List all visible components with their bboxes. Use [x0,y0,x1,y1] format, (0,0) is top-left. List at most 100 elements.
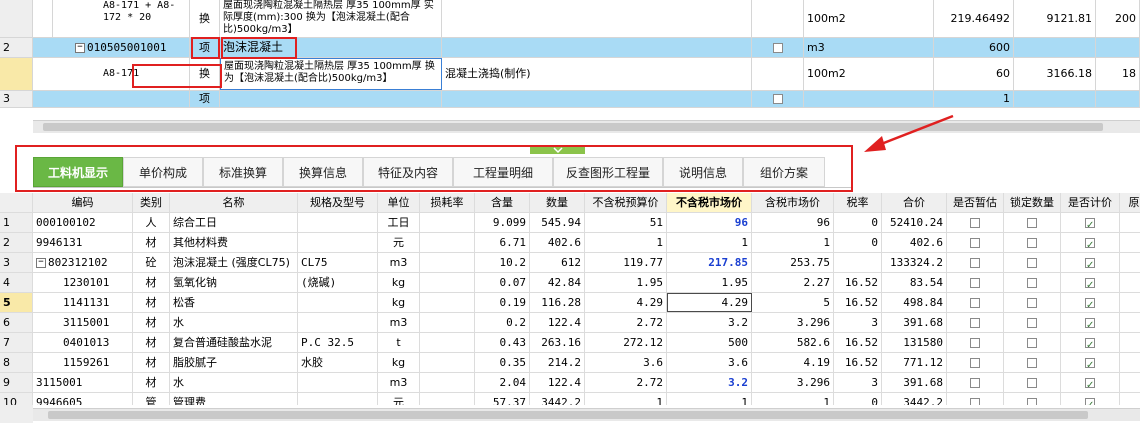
cell-market[interactable]: 3.2 [667,313,752,332]
cell-content[interactable]: 0.35 [475,353,530,372]
table-row[interactable]: A8-171 + A8-172 * 20 换 屋面现浇陶粒混凝土隔热层 厚35 … [0,0,1140,38]
column-header[interactable]: 规格及型号 [298,193,378,212]
column-header[interactable]: 是否暂估 [947,193,1004,212]
tab-conversion-info[interactable]: 换算信息 [283,157,363,187]
cell-name[interactable]: 其他材料费 [170,233,298,252]
collapse-icon[interactable]: − [75,43,85,53]
tab-standard-conversion[interactable]: 标准换算 [203,157,283,187]
table-row[interactable]: 1 000100102 人综合工日 工日 9.099 545.94 51 96 96 0 52410… [0,213,1140,233]
column-header[interactable]: 数量 [530,193,585,212]
cell-name[interactable]: 水 [170,373,298,392]
item-name[interactable]: 泡沫混凝土 [220,38,442,57]
checkbox-checked[interactable] [1085,316,1095,332]
table-row[interactable]: 7 0401013 材复合普通硅酸盐水泥 P.C 32.5 t 0.43 263.16 272… [0,333,1140,353]
cell-market[interactable]: 96 [667,213,752,232]
tab-features-content[interactable]: 特征及内容 [363,157,453,187]
cell-content[interactable]: 0.43 [475,333,530,352]
column-header[interactable]: 不含税市场价 [667,193,752,212]
column-header[interactable]: 税率 [834,193,882,212]
cell-name[interactable]: 综合工日 [170,213,298,232]
column-header[interactable]: 名称 [170,193,298,212]
column-header[interactable]: 编码 [33,193,133,212]
checkbox[interactable] [970,338,980,348]
table-row[interactable]: 3−802312102 砼泡沫混凝土 (强度CL75) CL75 m3 10.2 612 1… [0,253,1140,273]
tab-description-info[interactable]: 说明信息 [663,157,743,187]
checkbox[interactable] [970,258,980,268]
table-row[interactable]: 5 1141131 材松香 kg 0.19 116.28 4.29 4.29 5 16.52 498… [0,293,1140,313]
checkbox-checked[interactable] [1085,376,1095,392]
checkbox[interactable] [1027,318,1037,328]
cell-content[interactable]: 10.2 [475,253,530,272]
checkbox-checked[interactable] [1085,216,1095,232]
checkbox-checked[interactable] [1085,276,1095,292]
tab-pricing-scheme[interactable]: 组价方案 [743,157,825,187]
cell-market[interactable]: 1.95 [667,273,752,292]
column-header[interactable]: 损耗率 [420,193,475,212]
table-row[interactable]: 9 3115001 材水 m3 2.04 122.4 2.72 3.2 3.296 3 391.68 [0,373,1140,393]
column-header[interactable]: 不含税预算价 [585,193,667,212]
cell-content[interactable]: 2.04 [475,373,530,392]
checkbox-checked[interactable] [1085,256,1095,272]
cell-market[interactable]: 1 [667,233,752,252]
checkbox[interactable] [970,318,980,328]
tab-reverse-graphic-quantity[interactable]: 反查图形工程量 [553,157,663,187]
cell-name[interactable]: 水 [170,313,298,332]
cell-market[interactable]: 1 [667,393,752,405]
checkbox[interactable] [970,398,980,405]
column-header[interactable] [0,193,33,212]
cell-content[interactable]: 0.07 [475,273,530,292]
cell-market[interactable]: 3.6 [667,353,752,372]
table-row[interactable]: 4 1230101 材氢氧化钠 (烧碱) kg 0.07 42.84 1.95 1.95 2.27… [0,273,1140,293]
cell-content[interactable]: 6.71 [475,233,530,252]
panel-splitter[interactable] [530,145,585,154]
checkbox-checked[interactable] [1085,236,1095,252]
cell-market[interactable]: 217.85 [667,253,752,272]
cell-name[interactable]: 复合普通硅酸盐水泥 [170,333,298,352]
column-header[interactable]: 是否计价 [1061,193,1120,212]
checkbox-checked[interactable] [1085,396,1095,405]
table-row[interactable]: 2 −010505001001 项 泡沫混凝土 m3 600 [0,38,1140,58]
cell-content[interactable]: 9.099 [475,213,530,232]
table-row[interactable]: 2 9946131 材其他材料费元 6.71 402.6 1 1 1 0 402.6 [0,233,1140,253]
column-header[interactable]: 单位 [378,193,420,212]
checkbox[interactable] [1027,278,1037,288]
checkbox-checked[interactable] [1085,296,1095,312]
cell-content[interactable]: 57.37 [475,393,530,405]
checkbox-checked[interactable] [1085,356,1095,372]
cell-market[interactable]: 500 [667,333,752,352]
checkbox[interactable] [970,278,980,288]
column-header[interactable]: 含量 [475,193,530,212]
column-header[interactable]: 合价 [882,193,947,212]
cell-content[interactable]: 0.19 [475,293,530,312]
checkbox[interactable] [772,94,783,104]
checkbox[interactable] [1027,398,1037,405]
table-row[interactable]: 8 1159261 材脂胶腻子 水胶 kg 0.35 214.2 3.6 3.6 4.19 16.5… [0,353,1140,373]
tab-unit-price-composition[interactable]: 单价构成 [123,157,203,187]
cell-name[interactable]: 脂胶腻子 [170,353,298,372]
cell-content[interactable]: 0.2 [475,313,530,332]
tab-quantity-details[interactable]: 工程量明细 [453,157,553,187]
item-name-editor[interactable]: 屋面现浇陶粒混凝土隔热层 厚35 100mm厚 换为【泡沫混凝土(配合比)500… [220,58,442,90]
checkbox[interactable] [970,378,980,388]
column-header[interactable]: 锁定数量 [1004,193,1061,212]
checkbox[interactable] [1027,218,1037,228]
collapse-icon[interactable]: − [36,258,46,268]
column-header[interactable]: 类别 [133,193,170,212]
top-horizontal-scrollbar[interactable] [33,120,1140,133]
table-row[interactable]: 10 9946605 管管理费元 57.37 3442.2 1 1 1 0 3442.2 [0,393,1140,405]
table-row[interactable]: A8-171 换 屋面现浇陶粒混凝土隔热层 厚35 100mm厚 换为【泡沫混凝… [0,58,1140,91]
checkbox[interactable] [1027,298,1037,308]
tab-labor-material-machine[interactable]: 工料机显示 [33,157,123,187]
cell-market[interactable]: 3.2 [667,373,752,392]
checkbox[interactable] [970,298,980,308]
cell-name[interactable]: 泡沫混凝土 (强度CL75) [170,253,298,272]
checkbox[interactable] [1027,338,1037,348]
checkbox[interactable] [970,358,980,368]
cell-name[interactable]: 氢氧化钠 [170,273,298,292]
scrollbar-thumb[interactable] [48,411,1088,419]
checkbox[interactable] [1027,358,1037,368]
checkbox[interactable] [970,238,980,248]
cell-name[interactable]: 松香 [170,293,298,312]
checkbox[interactable] [1027,378,1037,388]
cell-market[interactable]: 4.29 [667,293,752,312]
